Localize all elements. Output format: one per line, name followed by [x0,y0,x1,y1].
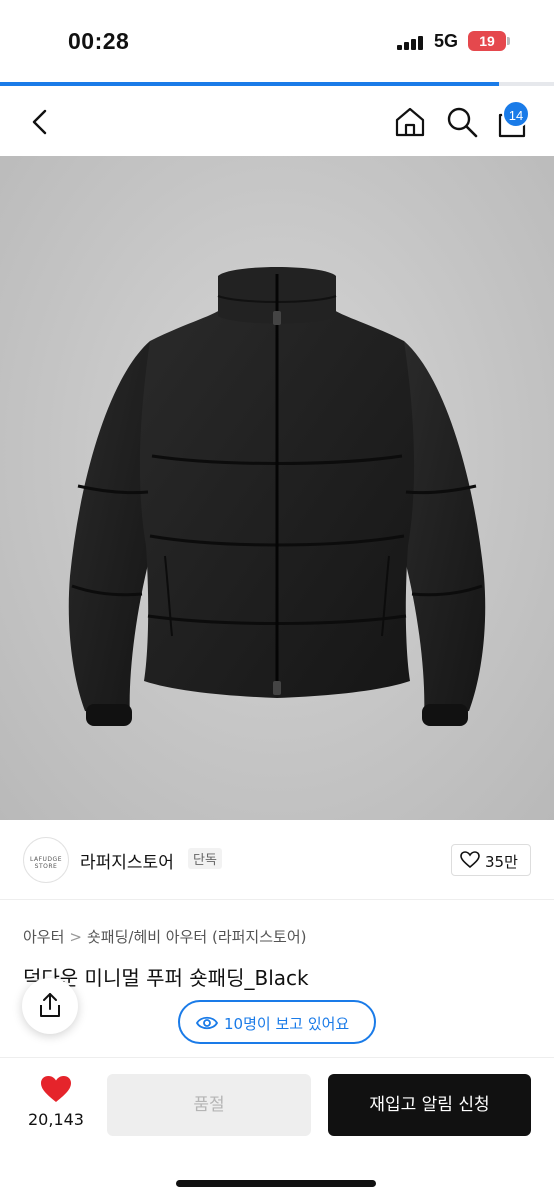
network-type: 5G [434,31,459,51]
rating-stars-partial [23,1050,183,1056]
store-logo-text: LAFUDGE STORE [30,856,62,870]
jacket-illustration [68,267,486,726]
soldout-button[interactable]: 품절 [107,1074,311,1136]
search-icon[interactable] [444,104,480,140]
product-image[interactable] [0,156,554,820]
breadcrumb: 아우터 > 숏패딩/헤비 아우터 (라퍼지스토어) [23,926,306,947]
store-like-button[interactable]: 35만 [451,844,531,876]
store-like-count: 35만 [485,853,518,871]
viewers-pill: 10명이 보고 있어요 [178,1000,376,1044]
store-logo[interactable]: LAFUDGE STORE [23,837,69,883]
restock-alert-button[interactable]: 재입고 알림 신청 [328,1074,531,1136]
store-row[interactable]: LAFUDGE STORE 라퍼지스토어 단독 35만 [0,820,554,900]
back-icon[interactable] [22,104,58,140]
product-page: 00:28 5G 19 14 LAFUDGE STORE 라퍼지스토어 단독 3… [0,0,554,1200]
battery-icon: 19 [468,31,506,51]
breadcrumb-level2[interactable]: 숏패딩/헤비 아우터 (라퍼지스토어) [87,928,307,946]
heart-filled-icon[interactable] [40,1075,72,1103]
bottom-action-bar: 20,143 품절 재입고 알림 신청 [0,1057,554,1200]
status-bar: 00:28 5G 19 [0,0,554,82]
eye-icon [196,1016,218,1030]
product-like-count: 20,143 [28,1110,84,1129]
home-icon[interactable] [392,104,428,140]
breadcrumb-level1[interactable]: 아우터 [23,928,64,946]
home-indicator [176,1180,376,1187]
breadcrumb-separator: > [69,928,82,946]
top-nav [0,86,554,156]
battery-cap [507,37,510,45]
share-icon [40,993,60,1017]
store-name[interactable]: 라퍼지스토어 [80,848,174,873]
status-time: 00:28 [68,28,130,54]
exclusive-tag: 단독 [188,848,222,869]
heart-outline-icon [460,851,480,869]
cart-count-badge: 14 [502,100,530,128]
signal-icon [397,36,425,50]
viewers-text: 10명이 보고 있어요 [224,1015,350,1033]
share-button[interactable] [22,978,78,1034]
